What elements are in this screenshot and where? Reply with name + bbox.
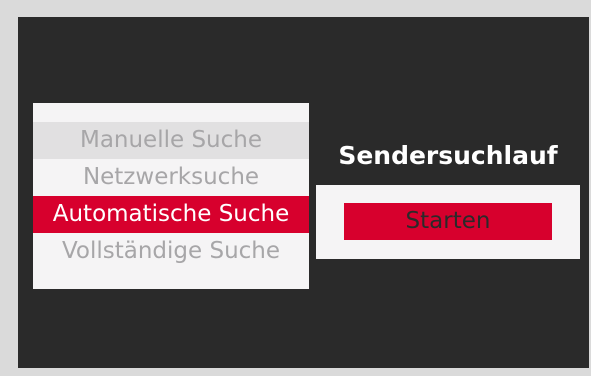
page-title: Sendersuchlauf <box>338 141 558 170</box>
menu-item-full-search[interactable]: Vollständige Suche <box>33 233 309 270</box>
menu-item-manual-search[interactable]: Manuelle Suche <box>33 122 309 159</box>
start-button[interactable]: Starten <box>344 203 552 240</box>
menu-item-network-search[interactable]: Netzwerksuche <box>33 159 309 196</box>
start-panel: Starten <box>316 185 580 259</box>
search-mode-menu: Manuelle Suche Netzwerksuche Automatisch… <box>33 103 309 289</box>
menu-item-automatic-search[interactable]: Automatische Suche <box>33 196 309 233</box>
